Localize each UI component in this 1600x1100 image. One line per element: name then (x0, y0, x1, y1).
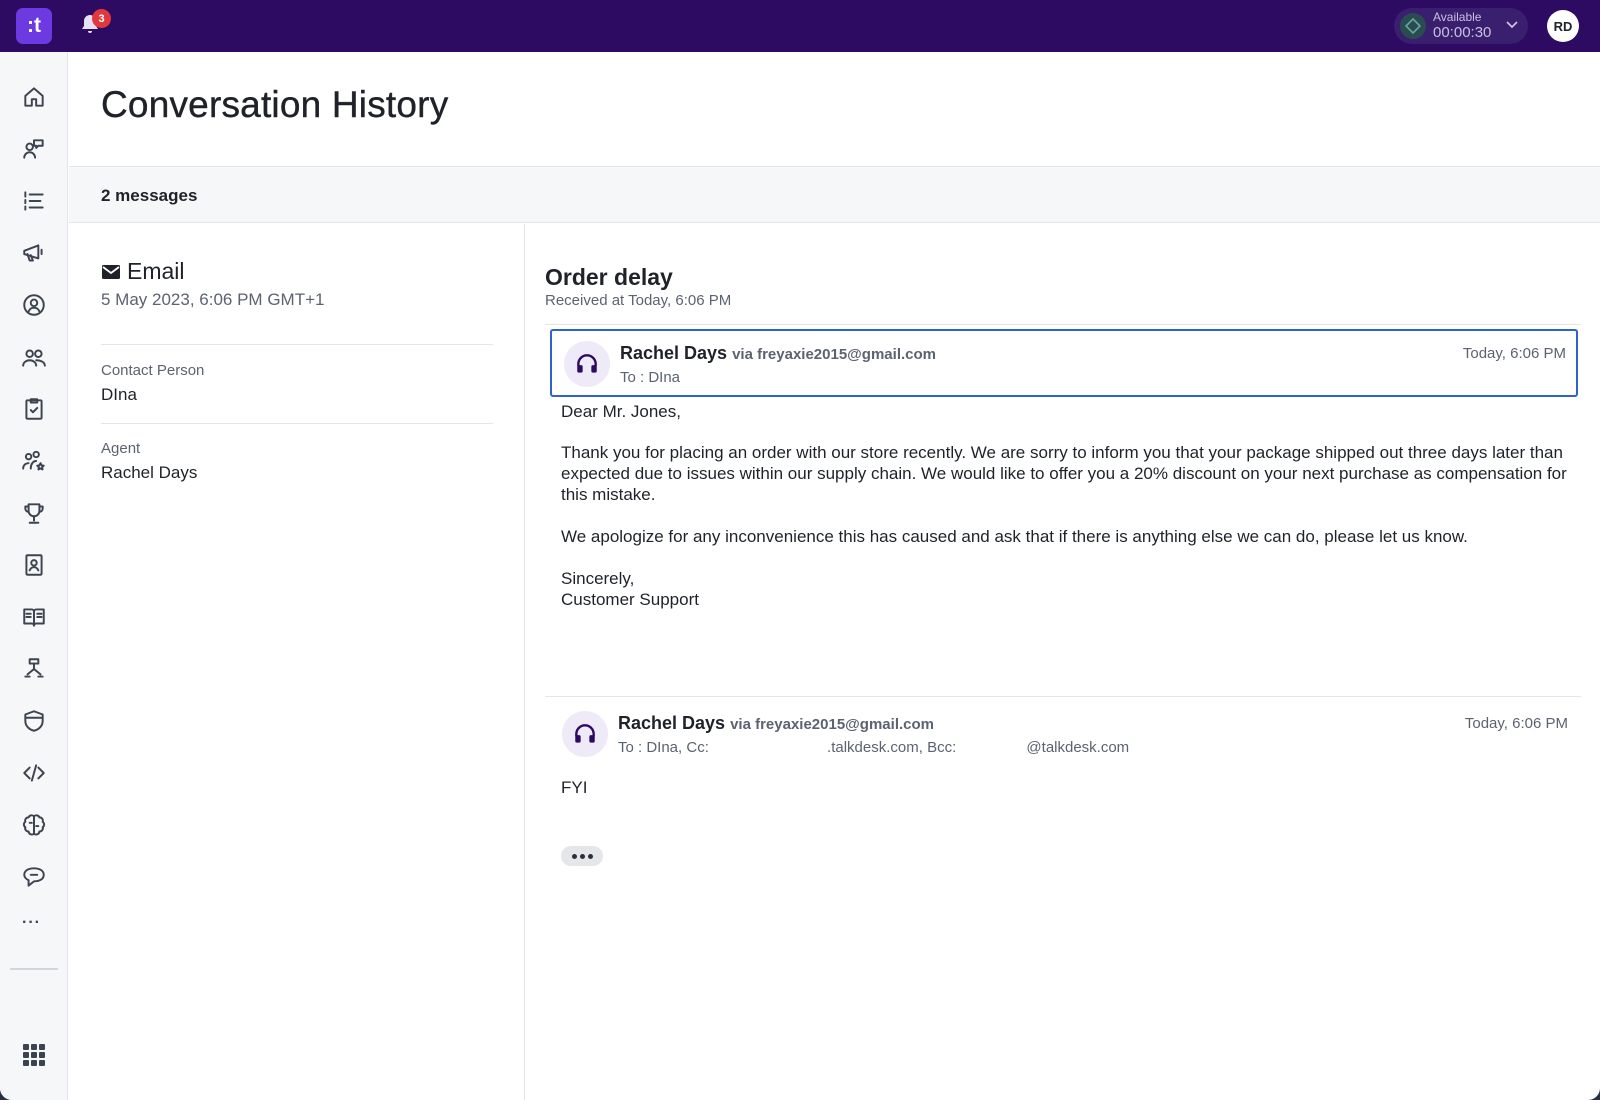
sidebar-item-chat[interactable] (18, 861, 50, 893)
user-avatar[interactable]: RD (1547, 10, 1579, 42)
top-bar: :t 3 Available 00:00:30 RD (0, 0, 1600, 52)
team-icon (22, 349, 46, 367)
talkdesk-logo[interactable]: :t (16, 8, 52, 44)
recipients-to-cc: To : DIna, Cc: (618, 739, 714, 756)
body-paragraph: Customer Support (561, 590, 699, 609)
recipients-cc-bcc: .talkdesk.com, Bcc: (827, 739, 961, 756)
queue-list-icon (24, 191, 44, 211)
sidebar-item-campaigns[interactable] (18, 237, 50, 269)
sidebar-item-tasks[interactable] (18, 393, 50, 425)
contacts-book-icon (25, 554, 43, 576)
headset-icon (575, 724, 595, 743)
email-icon (102, 264, 120, 279)
received-time: Received at Today, 6:06 PM (545, 292, 732, 309)
headset-icon (577, 354, 597, 373)
knowledge-icon (23, 608, 45, 627)
agent-avatar (564, 341, 610, 387)
contact-icon (23, 294, 45, 316)
trophy-icon (24, 503, 44, 524)
sender-email: via freyaxie2015@gmail.com (732, 346, 936, 363)
contact-person-value: DIna (101, 385, 137, 404)
code-icon (23, 764, 45, 782)
page-title: Conversation History (101, 84, 449, 125)
sidebar-item-developer[interactable] (18, 757, 50, 789)
message-header[interactable]: Rachel Days via freyaxie2015@gmail.com T… (550, 701, 1578, 769)
sidebar-item-workflows[interactable] (18, 653, 50, 685)
body-paragraph: Thank you for placing an order with our … (561, 443, 1567, 504)
shield-icon (24, 710, 44, 732)
sidebar-item-contact[interactable] (18, 289, 50, 321)
sidebar-item-agents[interactable] (18, 445, 50, 477)
sidebar-item-achievements[interactable] (18, 497, 50, 529)
show-trimmed-content-button[interactable] (561, 846, 603, 866)
status-timer: 00:00:30 (1433, 24, 1492, 41)
brain-icon (22, 814, 46, 836)
message-time: Today, 6:06 PM (1462, 345, 1566, 362)
sender-name: Rachel Days (618, 713, 726, 733)
body-paragraph: FYI (561, 778, 588, 797)
recipients: To : DIna, Cc: .talkdesk.com, Bcc: @talk… (618, 739, 1129, 756)
message-header[interactable]: Rachel Days via freyaxie2015@gmail.com T… (550, 329, 1578, 397)
workflow-icon (24, 658, 44, 678)
body-paragraph: We apologize for any inconvenience this … (561, 527, 1468, 546)
sidebar-item-security[interactable] (18, 705, 50, 737)
sidebar-item-queue[interactable] (18, 185, 50, 217)
agent-avatar (562, 711, 608, 757)
sender-name: Rachel Days (620, 343, 728, 363)
sidebar-item-home[interactable] (18, 81, 50, 113)
app-window: :t 3 Available 00:00:30 RD ··· Conversat… (0, 0, 1600, 1100)
info-divider (101, 344, 493, 345)
sidebar-item-conversations[interactable] (18, 133, 50, 165)
more-apps-button[interactable]: ··· (22, 914, 41, 932)
home-icon (24, 87, 44, 107)
status-label: Available (1433, 10, 1482, 24)
campaigns-icon (23, 244, 43, 262)
status-diamond-icon (1400, 13, 1426, 39)
app-launcher-icon[interactable] (23, 1044, 45, 1066)
chevron-down-icon (1504, 16, 1520, 37)
recipients: To : DIna (620, 369, 681, 386)
agents-icon (22, 450, 45, 471)
agent-value: Rachel Days (101, 463, 198, 482)
sidebar-item-contacts[interactable] (18, 549, 50, 581)
body-paragraph: Dear Mr. Jones, (561, 402, 681, 421)
sidebar-divider (10, 968, 58, 970)
notifications-button[interactable]: 3 (78, 9, 111, 40)
thread-divider (545, 324, 1581, 325)
message-sender: Rachel Days via freyaxie2015@gmail.com (620, 343, 936, 364)
channel-name: Email (127, 258, 185, 284)
channel-heading: Email (101, 258, 185, 285)
message-time: Today, 6:06 PM (1464, 715, 1568, 732)
email-thread: Order delay Received at Today, 6:06 PM R… (526, 224, 1600, 1100)
message-divider (545, 696, 1581, 697)
message-body: Dear Mr. Jones, Thank you for placing an… (561, 401, 1571, 631)
message-count: 2 messages (101, 186, 198, 205)
tasks-icon (25, 398, 43, 420)
conversation-date: 5 May 2023, 6:06 PM GMT+1 (101, 290, 325, 309)
conversation-info-panel: Email 5 May 2023, 6:06 PM GMT+1 Contact … (69, 224, 525, 1100)
notification-badge: 3 (92, 9, 111, 28)
body-paragraph: Sincerely, (561, 569, 635, 588)
sidebar-item-ai[interactable] (18, 809, 50, 841)
contact-person-label: Contact Person (101, 362, 205, 379)
agent-label: Agent (101, 440, 141, 457)
message-body: FYI (561, 777, 1571, 819)
message-count-bar: 2 messages (69, 167, 1600, 223)
info-divider (101, 423, 493, 424)
recipients-bcc: @talkdesk.com (1026, 739, 1130, 756)
message-sender: Rachel Days via freyaxie2015@gmail.com (618, 713, 934, 734)
agent-status-selector[interactable]: Available 00:00:30 (1394, 8, 1528, 44)
sender-email: via freyaxie2015@gmail.com (730, 716, 934, 733)
sidebar-item-team[interactable] (18, 341, 50, 373)
sidebar-item-knowledge[interactable] (18, 601, 50, 633)
conversations-icon (23, 139, 44, 159)
email-subject: Order delay (545, 264, 673, 290)
chat-icon (23, 867, 45, 887)
sidebar: ··· (0, 52, 68, 1100)
